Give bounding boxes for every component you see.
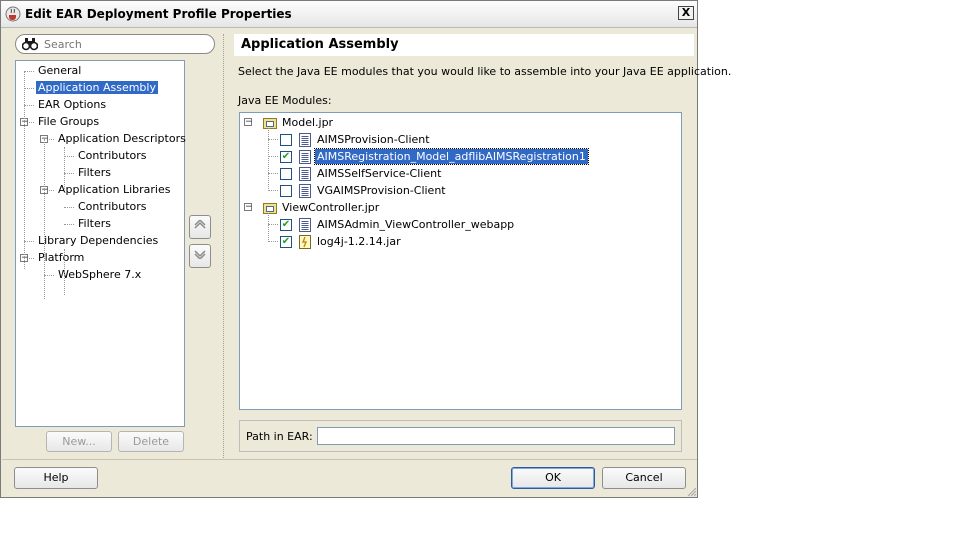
path-in-ear-label: Path in EAR: [246, 430, 313, 443]
nav-item[interactable]: Application Descriptors [56, 131, 188, 147]
nav-item-label: Filters [78, 217, 111, 230]
help-button[interactable]: Help [14, 467, 98, 489]
window-title: Edit EAR Deployment Profile Properties [25, 7, 292, 21]
module-checkbox[interactable] [280, 134, 292, 146]
navigation-tree[interactable]: General Application Assembly EAR Options − F… [15, 60, 188, 427]
module-label[interactable]: AIMSSelfService-Client [315, 166, 443, 181]
nav-item-label: Application Assembly [36, 81, 158, 94]
move-up-button[interactable] [189, 215, 211, 239]
tree-guide [24, 71, 26, 269]
nav-item[interactable]: Application Assembly [36, 80, 158, 96]
coffee-cup-icon [5, 6, 21, 22]
module-label[interactable]: AIMSRegistration_Model_adflibAIMSRegistr… [314, 148, 589, 165]
module-document-icon [299, 218, 311, 232]
instruction-text: Select the Java EE modules that you woul… [238, 65, 732, 78]
module-document-icon [299, 133, 311, 147]
nav-item-label: Library Dependencies [38, 234, 159, 247]
chevron-down-icon [194, 250, 206, 261]
module-checkbox[interactable]: ✔ [280, 236, 292, 248]
nav-item[interactable]: File Groups [36, 114, 101, 130]
module-collapse-icon[interactable]: − [244, 118, 253, 127]
module-document-icon [299, 167, 311, 181]
project-folder-icon [263, 203, 277, 214]
title-bar: Edit EAR Deployment Profile Properties X [1, 1, 697, 28]
tree-guide [44, 139, 46, 299]
module-document-icon [299, 150, 311, 164]
nav-item[interactable]: Contributors [76, 199, 149, 215]
nav-item-label: WebSphere 7.x [58, 268, 142, 281]
search-box[interactable] [15, 34, 215, 54]
nav-item-label: File Groups [38, 115, 100, 128]
page-header: Application Assembly [234, 34, 694, 56]
tree-connector [64, 207, 74, 209]
binoculars-search-icon [22, 38, 38, 51]
project-folder-icon [263, 118, 277, 129]
nav-item[interactable]: Contributors [76, 148, 149, 164]
path-group: Path in EAR: [239, 420, 682, 452]
nav-item-label: Application Libraries [58, 183, 171, 196]
module-label[interactable]: VGAIMSProvision-Client [315, 183, 448, 198]
module-checkbox[interactable]: ✔ [280, 219, 292, 231]
move-down-button[interactable] [189, 244, 211, 268]
delete-button[interactable]: Delete [118, 431, 184, 452]
module-checkbox[interactable] [280, 168, 292, 180]
project-label[interactable]: Model.jpr [280, 114, 335, 131]
nav-item[interactable]: Filters [76, 165, 113, 181]
ok-button[interactable]: OK [511, 467, 595, 489]
cancel-button[interactable]: Cancel [602, 467, 686, 489]
tree-guide [268, 213, 270, 242]
tree-guide [64, 249, 66, 295]
nav-item[interactable]: Filters [76, 216, 113, 232]
module-checkbox[interactable] [280, 185, 292, 197]
nav-item[interactable]: Application Libraries [56, 182, 172, 198]
resize-grip-icon[interactable] [687, 487, 697, 497]
nav-item-label: EAR Options [38, 98, 107, 111]
modules-label: Java EE Modules: [238, 94, 332, 107]
project-label[interactable]: ViewController.jpr [280, 199, 381, 216]
nav-item-label: Contributors [78, 149, 147, 162]
nav-item[interactable]: WebSphere 7.x [56, 267, 143, 283]
nav-item[interactable]: General [36, 63, 83, 79]
jar-icon [299, 235, 311, 249]
search-input[interactable] [44, 36, 204, 52]
footer-separator [2, 459, 697, 461]
chevron-up-icon [194, 218, 206, 229]
module-collapse-icon[interactable]: − [244, 203, 253, 212]
close-button[interactable]: X [678, 6, 694, 20]
module-label[interactable]: AIMSAdmin_ViewController_webapp [315, 217, 516, 232]
path-in-ear-input[interactable] [317, 427, 675, 445]
new-button[interactable]: New... [46, 431, 112, 452]
nav-item-label: Application Descriptors [58, 132, 186, 145]
nav-item-label: Filters [78, 166, 111, 179]
module-document-icon [299, 184, 311, 198]
nav-item[interactable]: EAR Options [36, 97, 108, 113]
module-label[interactable]: AIMSProvision-Client [315, 132, 432, 147]
tree-guide [64, 147, 66, 193]
modules-tree[interactable]: − Model.jpr AIMSProvision-Client ✔ AIMSRegis… [239, 112, 682, 410]
page-title: Application Assembly [241, 37, 399, 52]
tree-connector [64, 224, 74, 226]
module-label[interactable]: log4j-1.2.14.jar [315, 234, 403, 249]
nav-item-label: General [38, 64, 82, 77]
module-checkbox[interactable]: ✔ [280, 151, 292, 163]
panel-separator [223, 34, 225, 458]
nav-item-label: Contributors [78, 200, 147, 213]
nav-item[interactable]: Library Dependencies [36, 233, 160, 249]
tree-guide [268, 128, 270, 191]
dialog-window: Edit EAR Deployment Profile Properties X… [0, 0, 731, 498]
